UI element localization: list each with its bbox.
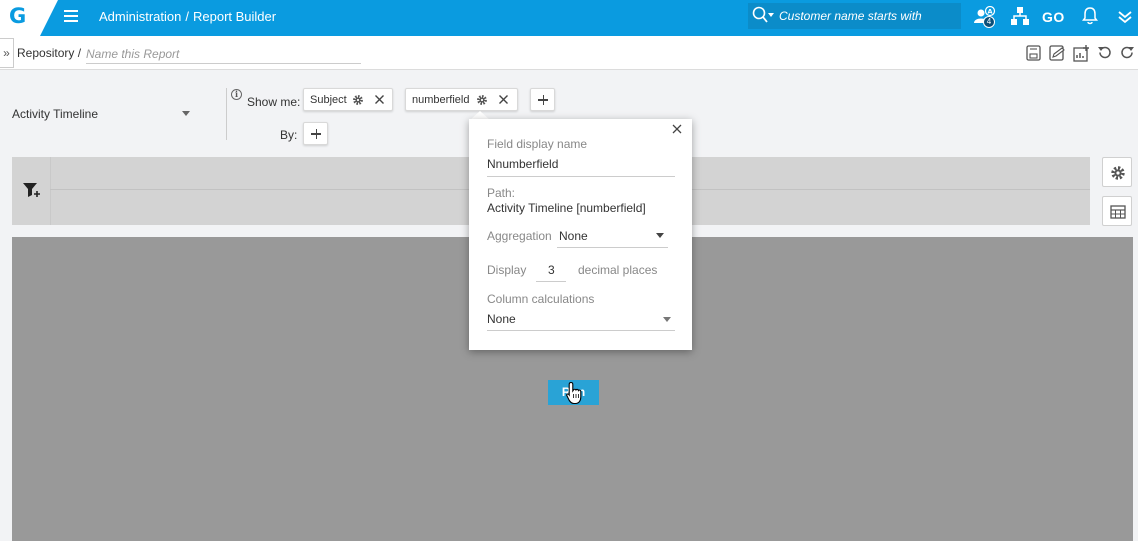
- breadcrumb-item-administration[interactable]: Administration: [99, 9, 181, 24]
- field-chip-label: numberfield: [412, 94, 470, 106]
- report-name-input[interactable]: [86, 44, 361, 64]
- search-placeholder: Customer name starts with: [779, 9, 922, 23]
- breadcrumb: Administration / Report Builder: [99, 9, 276, 24]
- close-icon[interactable]: [374, 94, 385, 105]
- config-divider: [226, 88, 227, 140]
- table-view-button[interactable]: [1102, 196, 1132, 226]
- dropdown-caret-icon[interactable]: [182, 111, 190, 116]
- global-search-box[interactable]: Customer name starts with: [748, 3, 961, 29]
- filter-divider: [50, 157, 51, 225]
- gear-icon: [1111, 166, 1125, 180]
- column-calculations-underline: [487, 330, 675, 331]
- field-chip-subject[interactable]: Subject: [303, 88, 393, 111]
- undo-icon[interactable]: [1097, 45, 1112, 60]
- info-icon[interactable]: i: [231, 89, 242, 100]
- gear-icon[interactable]: [476, 94, 488, 106]
- hand-pointer-cursor-icon: [566, 381, 582, 405]
- breadcrumb-item-report-builder: Report Builder: [193, 9, 277, 24]
- display-name-label: Field display name: [487, 137, 588, 151]
- path-value: Activity Timeline [numberfield]: [487, 201, 646, 215]
- report-header-bar: » Repository /: [0, 36, 1138, 70]
- column-calculations-select[interactable]: None: [487, 308, 675, 331]
- team-badge-count: 4: [983, 16, 995, 28]
- hamburger-menu-icon[interactable]: [64, 10, 78, 22]
- top-navigation-bar: G Administration / Report Builder Customer…: [0, 0, 1138, 36]
- expand-down-chevron-icon[interactable]: [1117, 9, 1133, 25]
- refresh-icon[interactable]: [1120, 45, 1135, 60]
- save-icon[interactable]: [1026, 45, 1041, 61]
- add-show-me-field-button[interactable]: [530, 88, 555, 111]
- aggregation-select[interactable]: None: [557, 225, 668, 248]
- decimal-places-underline: [536, 281, 566, 282]
- field-settings-popover: Field display name Nnumberfield Path: Ac…: [469, 119, 692, 350]
- svg-text:A: A: [987, 8, 992, 16]
- field-chip-label: Subject: [310, 94, 347, 106]
- expand-sidebar-button[interactable]: »: [0, 38, 14, 68]
- path-label: Path:: [487, 186, 516, 200]
- app-logo-letter: G: [9, 4, 27, 28]
- hierarchy-icon[interactable]: [1010, 6, 1030, 26]
- add-to-dashboard-icon[interactable]: [1073, 45, 1090, 62]
- gear-icon[interactable]: [352, 94, 364, 106]
- column-calculations-value: None: [487, 312, 516, 326]
- decimal-places-value: 3: [548, 263, 555, 277]
- decimal-places-input[interactable]: 3: [536, 259, 566, 282]
- by-label: By:: [280, 128, 298, 142]
- column-calculations-label: Column calculations: [487, 292, 595, 306]
- save-as-icon[interactable]: [1049, 45, 1065, 61]
- close-icon[interactable]: [672, 124, 682, 134]
- add-filter-icon[interactable]: [23, 182, 41, 198]
- breadcrumb-separator: /: [185, 9, 189, 24]
- decimal-places-suffix: decimal places: [578, 263, 658, 277]
- data-source-value: Activity Timeline: [12, 107, 99, 121]
- search-scope-caret-icon[interactable]: [768, 13, 774, 17]
- table-icon: [1110, 205, 1126, 219]
- close-icon[interactable]: [498, 94, 509, 105]
- display-label: Display: [487, 263, 527, 277]
- field-chip-numberfield[interactable]: numberfield: [405, 88, 518, 111]
- aggregation-label: Aggregation: [487, 229, 552, 243]
- search-icon[interactable]: [752, 6, 768, 24]
- go-button[interactable]: GO: [1042, 9, 1065, 25]
- add-group-by-field-button[interactable]: [303, 122, 328, 145]
- notification-bell-icon[interactable]: [1082, 6, 1098, 26]
- dropdown-caret-icon[interactable]: [656, 233, 664, 238]
- dropdown-caret-icon[interactable]: [663, 317, 671, 322]
- aggregation-value: None: [559, 229, 588, 243]
- data-source-select[interactable]: Activity Timeline: [12, 107, 192, 121]
- display-name-input[interactable]: Nnumberfield: [487, 157, 558, 171]
- show-me-label: Show me:: [247, 95, 301, 109]
- repository-link[interactable]: Repository /: [17, 46, 81, 60]
- aggregation-underline: [557, 247, 668, 248]
- display-name-underline: [487, 176, 675, 177]
- report-settings-button[interactable]: [1102, 157, 1132, 187]
